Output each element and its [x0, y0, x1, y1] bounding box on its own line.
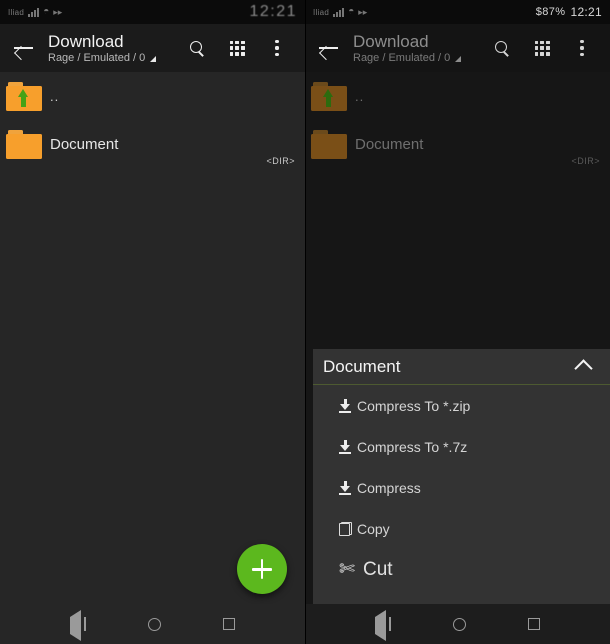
list-item[interactable]: Document <DIR>: [0, 120, 305, 168]
list-item-label: ..: [355, 88, 365, 104]
back-button[interactable]: [309, 28, 349, 68]
grid-view-icon: [229, 40, 245, 56]
wifi-icon: ◓: [43, 6, 50, 17]
context-menu-header[interactable]: Document: [313, 349, 610, 385]
title-block: Download Rage / Emulated / 0: [349, 32, 482, 65]
signal-bars-icon: [333, 7, 345, 17]
search-button[interactable]: [482, 28, 522, 68]
list-item-meta: <DIR>: [571, 156, 600, 166]
status-bar: Iliad ◓ ▸▸ 12:21: [0, 0, 305, 24]
nav-home-icon[interactable]: [148, 617, 161, 631]
file-list: .. Document <DIR>: [305, 72, 610, 168]
back-button[interactable]: [4, 28, 44, 68]
title-block: Download Rage / Emulated / 0: [44, 32, 177, 65]
play-icon: ▸▸: [358, 6, 368, 17]
folder-up-icon: [6, 81, 42, 111]
list-item[interactable]: Document <DIR>: [305, 120, 610, 168]
status-bar-right: $87% 12:21: [536, 5, 602, 19]
compress-download-icon: [335, 398, 355, 413]
menu-item-copy[interactable]: Copy: [313, 508, 610, 549]
app-bar: Download Rage / Emulated / 0: [305, 24, 610, 72]
nav-back-icon[interactable]: [70, 610, 86, 641]
breadcrumb-path: Rage / Emulated / 0: [48, 51, 146, 64]
search-button[interactable]: [177, 28, 217, 68]
compress-download-icon: [335, 439, 355, 454]
back-arrow-icon: [14, 41, 34, 55]
grid-view-button[interactable]: [217, 28, 257, 68]
breadcrumb[interactable]: Rage / Emulated / 0: [48, 51, 177, 65]
copy-icon: [335, 521, 355, 536]
menu-item-label: Compress To *.7z: [357, 438, 468, 455]
menu-item-label: Compress: [357, 479, 421, 496]
dual-screenshot-comparison: Iliad ◓ ▸▸ 12:21 Download Rage / Emulate…: [0, 0, 610, 644]
menu-item-cut[interactable]: ✄ Cut: [313, 549, 610, 590]
menu-item-compress-zip[interactable]: Compress To *.zip: [313, 385, 610, 426]
scissors-icon: ✄: [339, 559, 355, 580]
list-item-label: Document: [355, 135, 424, 153]
system-nav-bar: [305, 604, 610, 644]
folder-icon: [6, 129, 42, 159]
menu-item-label: Copy: [357, 520, 390, 537]
app-bar: Download Rage / Emulated / 0: [0, 24, 305, 72]
caret-icon: [455, 56, 462, 62]
system-nav-bar: [0, 604, 305, 644]
folder-icon: [311, 129, 347, 159]
carrier-label: Iliad: [313, 7, 330, 17]
nav-home-icon[interactable]: [453, 617, 466, 631]
page-title: Download: [353, 31, 429, 51]
nav-recents-icon[interactable]: [223, 618, 235, 630]
list-item[interactable]: ..: [0, 72, 305, 120]
file-list: .. Document <DIR>: [0, 72, 305, 168]
play-icon: ▸▸: [53, 6, 63, 17]
status-bar: Iliad ◓ ▸▸ $87% 12:21: [305, 0, 610, 24]
panel-divider: [305, 0, 306, 644]
status-bar-right: 12:21: [249, 3, 297, 21]
context-menu-title: Document: [323, 356, 401, 376]
caret-icon: [150, 56, 157, 62]
breadcrumb-path: Rage / Emulated / 0: [353, 51, 451, 64]
list-item-meta: <DIR>: [266, 156, 295, 166]
nav-back-icon[interactable]: [375, 610, 391, 641]
page-title: Download: [48, 31, 124, 51]
right-panel-context-menu-open: Iliad ◓ ▸▸ $87% 12:21 Download Rage / Em…: [305, 0, 610, 644]
overflow-menu-button[interactable]: [562, 28, 602, 68]
left-panel-file-browser: Iliad ◓ ▸▸ 12:21 Download Rage / Emulate…: [0, 0, 305, 644]
carrier-label: Iliad: [8, 7, 25, 17]
grid-view-button[interactable]: [522, 28, 562, 68]
status-clock: 12:21: [570, 5, 602, 19]
status-bar-left: Iliad ◓ ▸▸: [313, 7, 367, 17]
battery-label: $87%: [535, 6, 566, 18]
more-vertical-icon: [275, 40, 279, 56]
search-icon: [494, 40, 510, 56]
grid-view-icon: [534, 40, 550, 56]
list-item-label: ..: [50, 88, 60, 104]
search-icon: [189, 40, 205, 56]
menu-item-compress-7z[interactable]: Compress To *.7z: [313, 426, 610, 467]
nav-recents-icon[interactable]: [528, 618, 540, 630]
menu-item-compress[interactable]: Compress: [313, 467, 610, 508]
status-clock: 12:21: [249, 3, 297, 20]
wifi-icon: ◓: [348, 6, 355, 17]
signal-bars-icon: [28, 7, 40, 17]
overflow-menu-button[interactable]: [257, 28, 297, 68]
more-vertical-icon: [580, 40, 584, 56]
add-fab-button[interactable]: [237, 544, 287, 594]
breadcrumb[interactable]: Rage / Emulated / 0: [353, 51, 482, 65]
list-item-label: Document: [50, 135, 119, 153]
menu-item-label: Cut: [363, 558, 393, 580]
folder-up-icon: [311, 81, 347, 111]
context-menu-sheet: Document Compress To *.zip Compress To *…: [313, 349, 610, 644]
chevron-up-icon[interactable]: [574, 358, 593, 378]
list-item[interactable]: ..: [305, 72, 610, 120]
status-bar-left: Iliad ◓ ▸▸: [8, 7, 62, 17]
compress-download-icon: [335, 480, 355, 495]
menu-item-label: Compress To *.zip: [357, 397, 471, 414]
back-arrow-icon: [319, 41, 339, 55]
